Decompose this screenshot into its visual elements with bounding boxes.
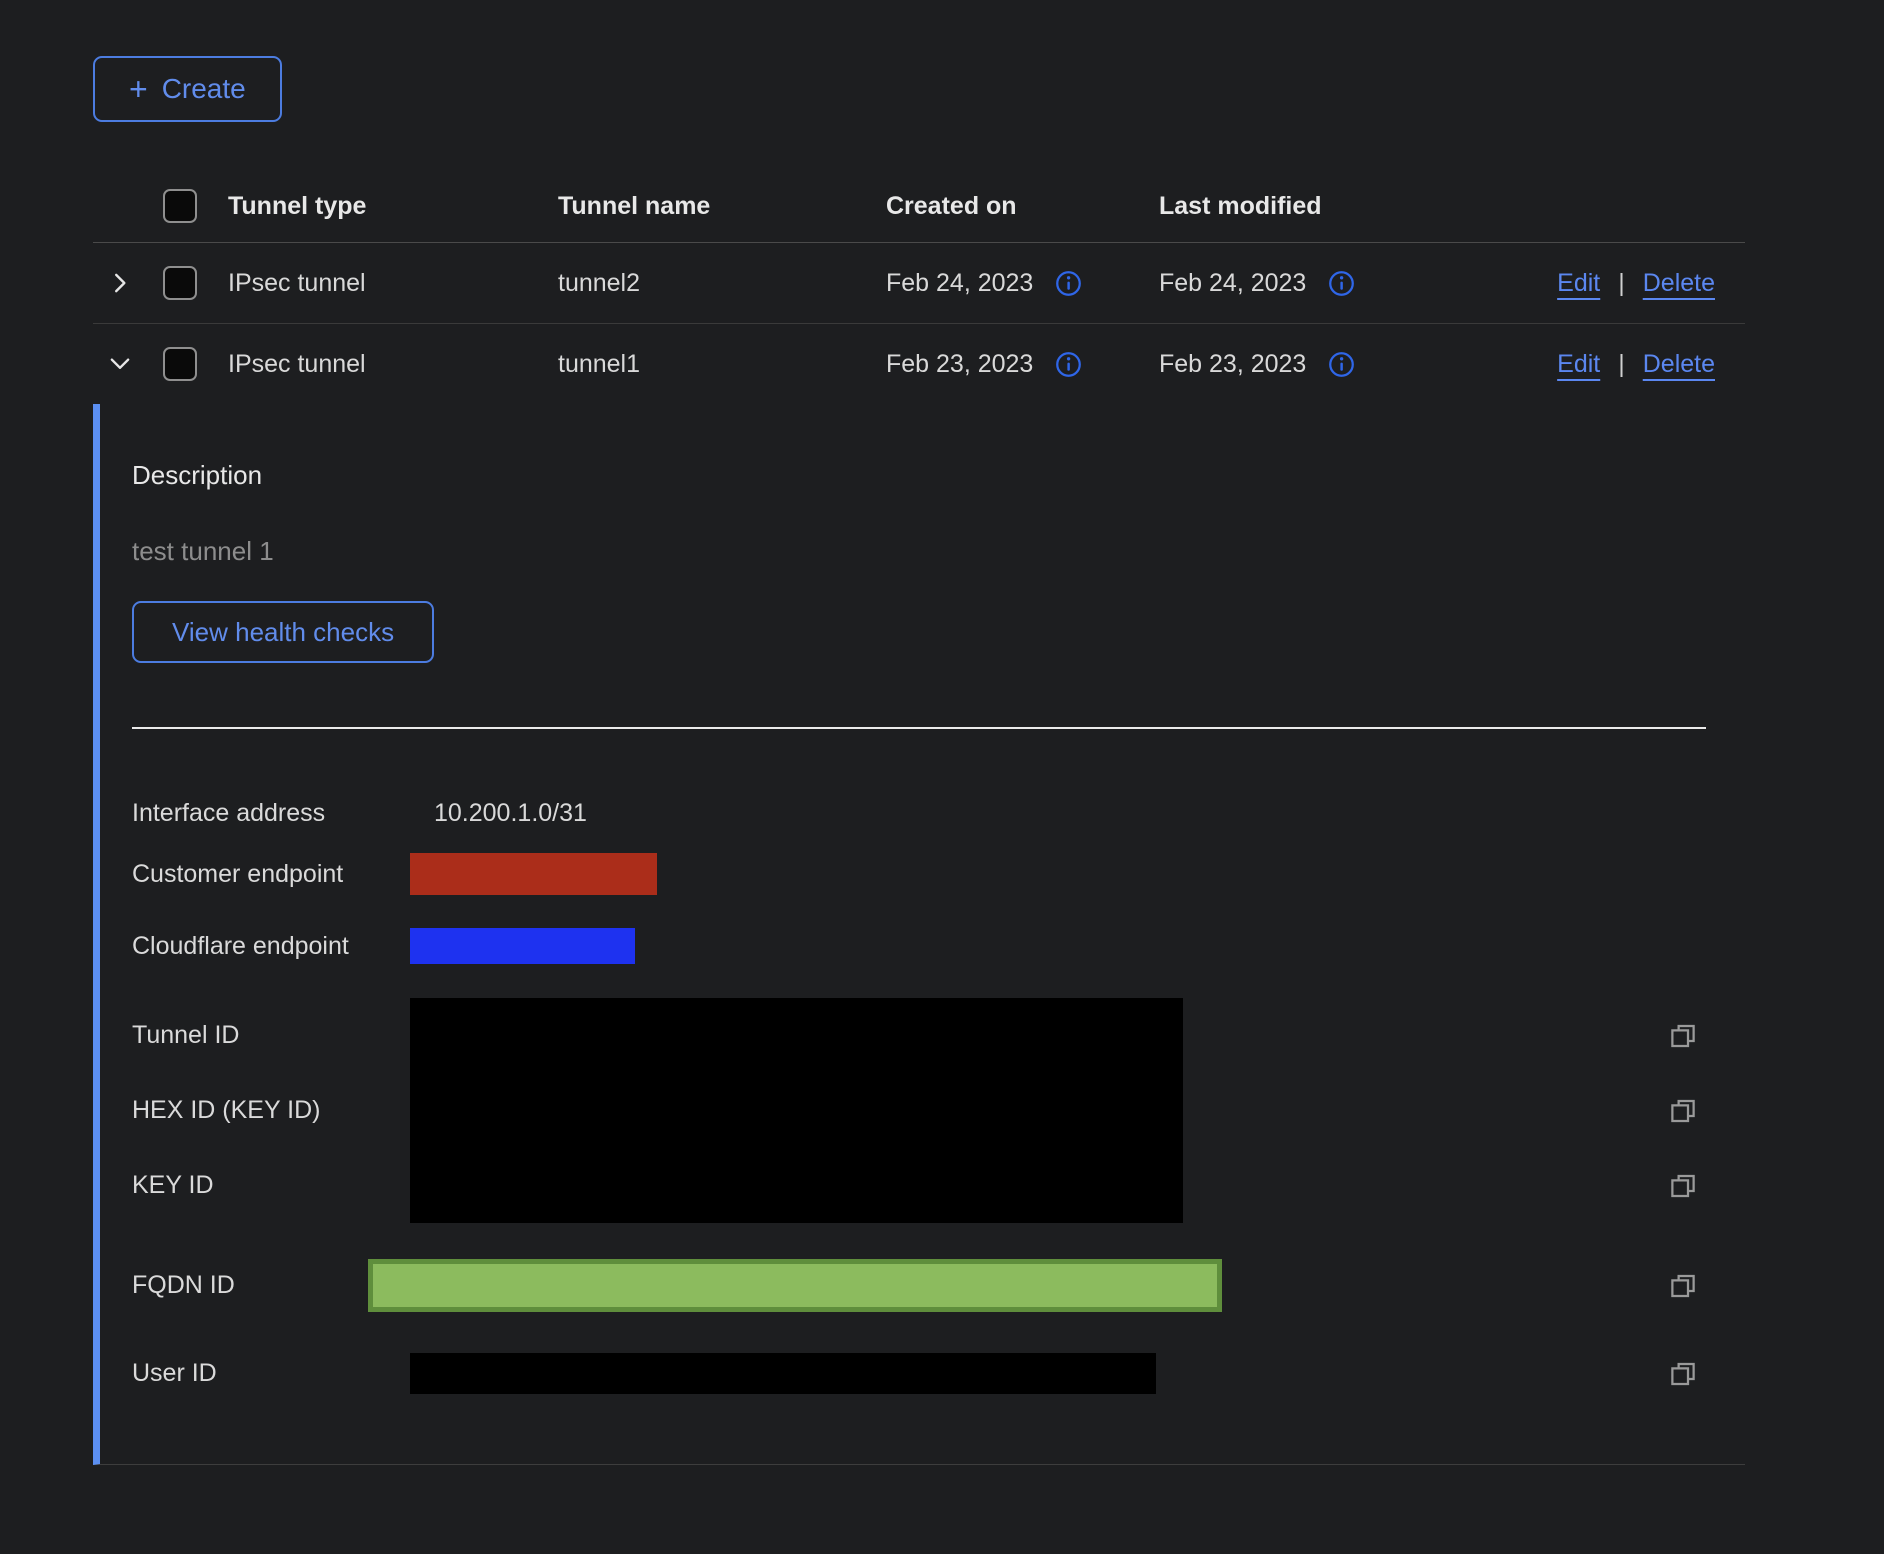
info-icon[interactable] — [1055, 351, 1082, 378]
key-id-row: KEY ID — [132, 1148, 1706, 1223]
tunnel-name-cell: tunnel1 — [558, 350, 886, 379]
info-icon[interactable] — [1055, 270, 1082, 297]
fqdn-id-redaction — [368, 1259, 1222, 1312]
chevron-right-icon[interactable] — [107, 270, 133, 296]
copy-icon[interactable] — [1668, 1271, 1698, 1301]
copy-icon[interactable] — [1668, 1359, 1698, 1389]
customer-endpoint-redaction — [410, 853, 657, 895]
tunnels-table: Tunnel type Tunnel name Created on Last … — [93, 170, 1745, 1465]
delete-link[interactable]: Delete — [1643, 350, 1715, 379]
cloudflare-endpoint-row: Cloudflare endpoint — [132, 928, 1706, 964]
customer-endpoint-label: Customer endpoint — [132, 860, 410, 889]
tunnel-name-cell: tunnel2 — [558, 269, 886, 298]
plus-icon: + — [129, 73, 148, 105]
tunnel-id-row: Tunnel ID — [132, 998, 1706, 1073]
tunnel-id-label: Tunnel ID — [132, 1021, 239, 1050]
description-label: Description — [132, 460, 1745, 491]
header-last-modified: Last modified — [1159, 192, 1459, 221]
chevron-down-icon[interactable] — [107, 351, 133, 377]
hex-id-row: HEX ID (KEY ID) — [132, 1073, 1706, 1148]
cloudflare-endpoint-redaction — [410, 928, 635, 964]
tunnel-type-cell: IPsec tunnel — [228, 269, 558, 298]
actions-separator: | — [1618, 350, 1625, 379]
info-icon[interactable] — [1328, 351, 1355, 378]
user-id-label: User ID — [132, 1359, 410, 1388]
tunnels-page: + Create Tunnel type Tunnel name Created… — [0, 0, 1884, 1465]
copy-icon[interactable] — [1668, 1171, 1698, 1201]
interface-address-row: Interface address 10.200.1.0/31 — [132, 791, 1706, 835]
customer-endpoint-row: Customer endpoint — [132, 853, 1706, 895]
panel-divider — [132, 727, 1706, 729]
row-actions: Edit | Delete — [1557, 269, 1745, 298]
created-on-value: Feb 24, 2023 — [886, 269, 1033, 298]
id-fields-group: Tunnel ID HEX ID (KEY ID) KEY ID — [132, 998, 1706, 1223]
key-id-label: KEY ID — [132, 1171, 214, 1200]
created-on-value: Feb 23, 2023 — [886, 350, 1033, 379]
tunnel-details: Interface address 10.200.1.0/31 Customer… — [132, 791, 1706, 1394]
last-modified-cell: Feb 24, 2023 — [1159, 269, 1459, 298]
created-on-cell: Feb 23, 2023 — [886, 350, 1159, 379]
row-actions: Edit | Delete — [1557, 350, 1745, 379]
header-tunnel-type: Tunnel type — [228, 192, 558, 221]
actions-separator: | — [1618, 269, 1625, 298]
table-row: IPsec tunnel tunnel1 Feb 23, 2023 Feb 23… — [93, 324, 1745, 404]
row-checkbox[interactable] — [163, 266, 197, 300]
table-row: IPsec tunnel tunnel2 Feb 24, 2023 Feb 24… — [93, 243, 1745, 324]
create-button-label: Create — [162, 73, 246, 105]
edit-link[interactable]: Edit — [1557, 350, 1600, 379]
tunnel-type-cell: IPsec tunnel — [228, 350, 558, 379]
interface-address-value: 10.200.1.0/31 — [410, 799, 587, 828]
user-id-redaction — [410, 1353, 1156, 1394]
user-id-row: User ID — [132, 1353, 1706, 1394]
delete-link[interactable]: Delete — [1643, 269, 1715, 298]
cloudflare-endpoint-label: Cloudflare endpoint — [132, 932, 410, 961]
copy-icon[interactable] — [1668, 1021, 1698, 1051]
expanded-tunnel-panel: Description test tunnel 1 View health ch… — [93, 404, 1745, 1465]
select-all-checkbox[interactable] — [163, 189, 197, 223]
table-header-row: Tunnel type Tunnel name Created on Last … — [93, 170, 1745, 243]
fqdn-id-row: FQDN ID — [132, 1259, 1706, 1312]
last-modified-cell: Feb 23, 2023 — [1159, 350, 1459, 379]
hex-id-label: HEX ID (KEY ID) — [132, 1096, 320, 1125]
description-value: test tunnel 1 — [132, 536, 1745, 567]
header-tunnel-name: Tunnel name — [558, 192, 886, 221]
interface-address-label: Interface address — [132, 799, 410, 828]
copy-icon[interactable] — [1668, 1096, 1698, 1126]
last-modified-value: Feb 24, 2023 — [1159, 269, 1306, 298]
edit-link[interactable]: Edit — [1557, 269, 1600, 298]
header-created-on: Created on — [886, 192, 1159, 221]
last-modified-value: Feb 23, 2023 — [1159, 350, 1306, 379]
row-checkbox[interactable] — [163, 347, 197, 381]
view-health-checks-button[interactable]: View health checks — [132, 601, 434, 663]
created-on-cell: Feb 24, 2023 — [886, 269, 1159, 298]
create-button[interactable]: + Create — [93, 56, 282, 122]
info-icon[interactable] — [1328, 270, 1355, 297]
